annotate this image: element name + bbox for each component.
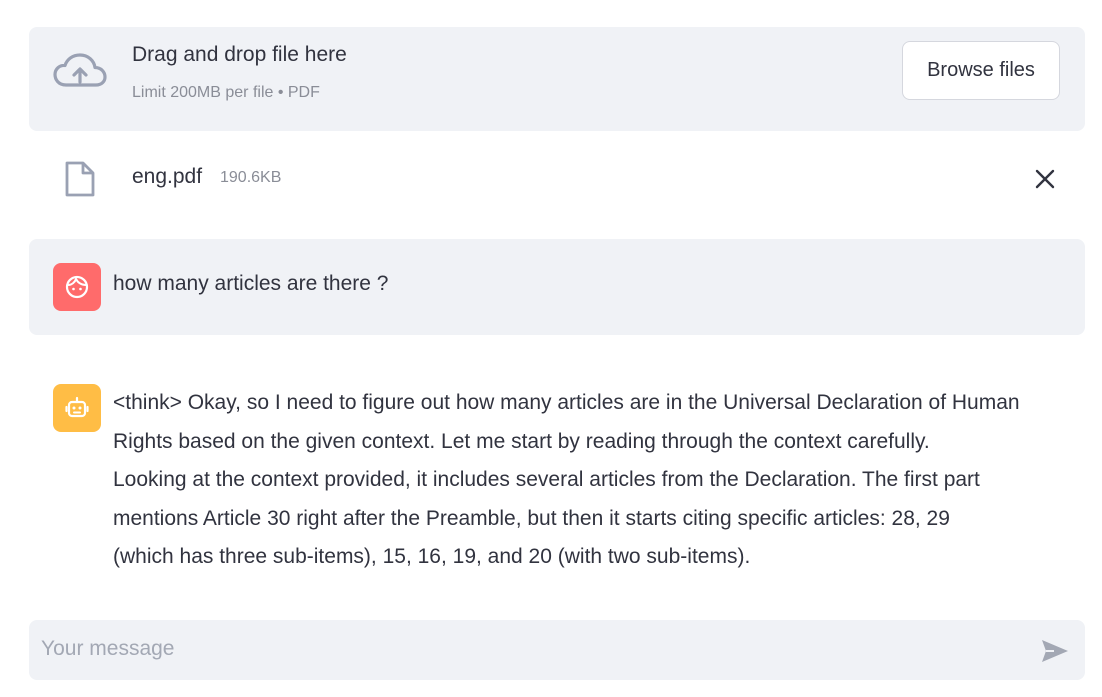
dropzone-title: Drag and drop file here xyxy=(132,43,347,66)
assistant-message-text: <think> Okay, so I need to figure out ho… xyxy=(113,384,1093,577)
assistant-message-line: Looking at the context provided, it incl… xyxy=(113,468,980,491)
file-icon xyxy=(65,161,95,197)
chat-input[interactable] xyxy=(29,620,1085,680)
cloud-upload-icon xyxy=(53,53,107,87)
uploaded-file-size: 190.6KB xyxy=(220,169,282,186)
browse-files-button[interactable]: Browse files xyxy=(902,41,1060,100)
smiley-face-icon xyxy=(65,275,89,299)
chat-input-placeholder: Your message xyxy=(41,637,175,660)
assistant-message-line: <think> Okay, so I need to figure out ho… xyxy=(113,391,1020,414)
send-icon[interactable] xyxy=(1040,638,1070,664)
assistant-message-line: mentions Article 30 right after the Prea… xyxy=(113,506,950,530)
assistant-message-line: Rights based on the given context. Let m… xyxy=(113,429,930,453)
assistant-message-line: (which has three sub-items), 15, 16, 19,… xyxy=(113,545,751,568)
remove-file-icon[interactable] xyxy=(1033,167,1057,191)
dropzone-limit-text: Limit 200MB per file • PDF xyxy=(132,84,320,101)
assistant-avatar xyxy=(53,384,101,432)
robot-icon xyxy=(65,396,89,418)
uploaded-file-name: eng.pdf xyxy=(132,165,203,188)
user-message-text: how many articles are there ? xyxy=(113,272,389,295)
user-avatar xyxy=(53,263,101,311)
